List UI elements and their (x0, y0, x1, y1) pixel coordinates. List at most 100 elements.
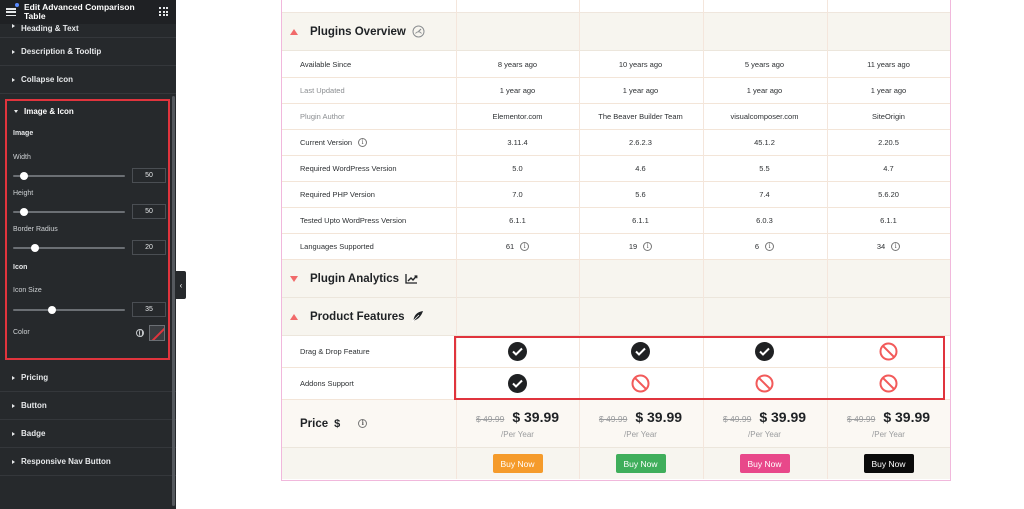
table-top-row (282, 0, 950, 13)
widgets-grid-icon[interactable] (159, 7, 168, 16)
height-label: Height (13, 190, 34, 197)
sidebar-scrollbar[interactable] (172, 96, 175, 506)
cell-value: 5.0 (512, 164, 523, 173)
section-collapse-icon[interactable]: Collapse Icon (0, 66, 176, 94)
caret-right-icon (12, 24, 15, 28)
info-icon[interactable]: i (358, 138, 368, 147)
price-cell: $ 49.99 $ 39.99/Per Year (703, 400, 826, 447)
table-row: Last Updated 1 year ago 1 year ago 1 year a… (282, 78, 950, 104)
section-badge[interactable]: Badge (0, 420, 176, 448)
group-title: Plugin Analytics (290, 260, 418, 297)
table-cell: SiteOrigin (827, 104, 950, 129)
lower-sections: Pricing Button Badge Responsive Nav Butt… (0, 364, 176, 476)
color-picker-swatch[interactable] (149, 325, 165, 341)
caret-up-icon (290, 313, 298, 320)
buy-now-button[interactable]: Buy Now (492, 454, 543, 473)
section-label: Collapse Icon (21, 75, 74, 84)
column-divider (456, 0, 457, 479)
icon-size-input[interactable]: 35 (132, 302, 166, 317)
sale-price: $ 39.99 (883, 408, 931, 425)
width-slider[interactable] (13, 172, 125, 180)
section-heading-text[interactable]: Heading & Text (0, 24, 176, 38)
group-label: Plugins Overview (310, 25, 406, 38)
hamburger-menu-icon[interactable] (6, 8, 16, 16)
buy-now-button[interactable]: Buy Now (615, 454, 666, 473)
table-row: Tested Upto WordPress Version 6.1.1 6.1.1 6… (282, 208, 950, 234)
row-label: Required PHP Version (300, 182, 375, 207)
icon-size-slider[interactable] (13, 306, 125, 314)
group-title: Product Features (290, 298, 424, 335)
line-chart-icon (405, 273, 418, 284)
row-label-text: Required WordPress Version (300, 164, 397, 173)
table-cell: 1 year ago (703, 78, 826, 103)
price-line: $ 49.99 $ 39.99 (723, 409, 806, 425)
price-period: /Per Year (872, 429, 905, 439)
group-plugins-overview[interactable]: Plugins Overview (282, 13, 950, 51)
buy-now-button[interactable]: Buy Now (863, 454, 914, 473)
section-image-icon[interactable]: Image & Icon (14, 107, 74, 116)
global-color-icon[interactable] (136, 329, 144, 337)
border-radius-slider-handle[interactable] (31, 244, 40, 252)
row-label: Languages Supported (300, 234, 374, 259)
section-label: Heading & Text (21, 24, 79, 33)
info-icon[interactable]: i (358, 419, 368, 428)
section-responsive-nav-button[interactable]: Responsive Nav Button (0, 448, 176, 476)
group-label: Product Features (310, 310, 405, 323)
row-label: Tested Upto WordPress Version (300, 208, 406, 233)
table-cell: 6.1.1 (579, 208, 702, 233)
cell-value: SiteOrigin (872, 112, 905, 121)
table-cell: 7.0 (456, 182, 579, 207)
table-cell: 45.1.2 (703, 130, 826, 155)
color-label: Color (13, 329, 30, 336)
height-input[interactable]: 50 (132, 204, 166, 219)
caret-right-icon (12, 375, 15, 380)
info-icon[interactable]: i (520, 242, 530, 251)
collapse-sidebar-handle[interactable]: ‹ (176, 271, 186, 299)
group-title: Plugins Overview (290, 13, 425, 50)
width-slider-handle[interactable] (20, 172, 29, 180)
image-heading: Image (13, 130, 34, 137)
table-cell: 5.5 (703, 156, 826, 181)
cell-value: 4.6 (635, 164, 646, 173)
table-row: Plugin Author Elementor.com The Beaver Bui… (282, 104, 950, 130)
height-slider-handle[interactable] (20, 208, 29, 216)
group-product-features[interactable]: Product Features (282, 298, 950, 336)
speedometer-icon (412, 25, 425, 38)
section-pricing[interactable]: Pricing (0, 364, 176, 392)
border-radius-input[interactable]: 20 (132, 240, 166, 255)
info-icon[interactable]: i (765, 242, 775, 251)
price-line: $ 49.99 $ 39.99 (599, 409, 682, 425)
group-label: Plugin Analytics (310, 272, 400, 285)
height-slider[interactable] (13, 208, 125, 216)
info-icon[interactable]: i (643, 242, 653, 251)
border-radius-slider[interactable] (13, 244, 125, 252)
buy-now-button[interactable]: Buy Now (739, 454, 790, 473)
caret-down-icon (290, 275, 298, 282)
dollar-icon: $ (334, 417, 341, 430)
cell-value: 61 (505, 242, 515, 251)
section-label: Image & Icon (24, 107, 74, 116)
row-label: Drag & Drop Feature (300, 336, 370, 367)
price-cell: $ 49.99 $ 39.99/Per Year (456, 400, 579, 447)
info-icon[interactable]: i (891, 242, 901, 251)
table-cell: 8 years ago (456, 52, 579, 77)
width-label: Width (13, 154, 31, 161)
table-cell: visualcomposer.com (703, 104, 826, 129)
section-description-tooltip[interactable]: Description & Tooltip (0, 38, 176, 66)
caret-down-icon (14, 110, 18, 113)
column-divider (703, 0, 704, 479)
cell-value: 6.1.1 (632, 216, 649, 225)
table-cell: 6i (703, 234, 826, 259)
icon-size-label: Icon Size (13, 287, 42, 294)
icon-size-slider-handle[interactable] (48, 306, 57, 314)
width-input[interactable]: 50 (132, 168, 166, 183)
table-cell: 19 i (579, 234, 702, 259)
group-plugin-analytics[interactable]: Plugin Analytics (282, 260, 950, 298)
table-cell: 3.11.4 (456, 130, 579, 155)
section-button[interactable]: Button (0, 392, 176, 420)
row-label: Required WordPress Version (300, 156, 397, 181)
caret-right-icon (12, 431, 15, 436)
price-line: $ 49.99 $ 39.99 (847, 409, 930, 425)
cell-value: 19 (628, 242, 638, 251)
table-cell: 34 i (827, 234, 950, 259)
